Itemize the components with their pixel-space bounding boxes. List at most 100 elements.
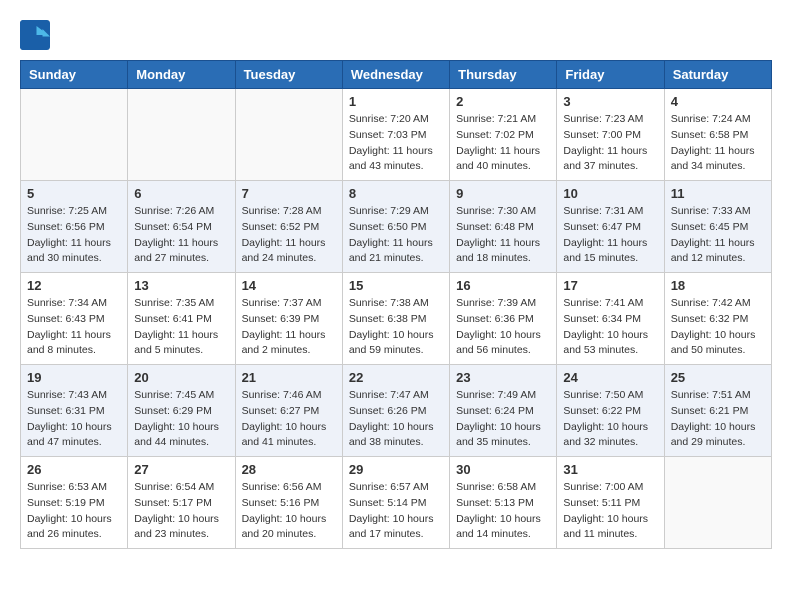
sunrise-text: Sunrise: 7:45 AM [134,388,228,404]
day-number: 15 [349,278,443,293]
sunrise-text: Sunrise: 6:53 AM [27,480,121,496]
day-info: Sunrise: 7:38 AMSunset: 6:38 PMDaylight:… [349,296,443,359]
sunrise-text: Sunrise: 6:54 AM [134,480,228,496]
day-number: 16 [456,278,550,293]
sunset-text: Sunset: 6:31 PM [27,404,121,420]
day-info: Sunrise: 7:46 AMSunset: 6:27 PMDaylight:… [242,388,336,451]
daylight-text: Daylight: 10 hours and 35 minutes. [456,420,550,452]
calendar-cell: 22Sunrise: 7:47 AMSunset: 6:26 PMDayligh… [342,365,449,457]
week-row-4: 19Sunrise: 7:43 AMSunset: 6:31 PMDayligh… [21,365,772,457]
week-row-5: 26Sunrise: 6:53 AMSunset: 5:19 PMDayligh… [21,457,772,549]
calendar-table: SundayMondayTuesdayWednesdayThursdayFrid… [20,60,772,549]
daylight-text: Daylight: 10 hours and 44 minutes. [134,420,228,452]
calendar-cell: 2Sunrise: 7:21 AMSunset: 7:02 PMDaylight… [450,89,557,181]
day-info: Sunrise: 7:45 AMSunset: 6:29 PMDaylight:… [134,388,228,451]
sunset-text: Sunset: 6:32 PM [671,312,765,328]
day-info: Sunrise: 7:23 AMSunset: 7:00 PMDaylight:… [563,112,657,175]
day-info: Sunrise: 7:20 AMSunset: 7:03 PMDaylight:… [349,112,443,175]
day-number: 8 [349,186,443,201]
sunset-text: Sunset: 5:19 PM [27,496,121,512]
sunrise-text: Sunrise: 6:56 AM [242,480,336,496]
sunrise-text: Sunrise: 7:41 AM [563,296,657,312]
week-row-3: 12 Sunrise: 7:34 AMSunset: 6:43 PMDayligh… [21,273,772,365]
sunset-text: Sunset: 6:54 PM [134,220,228,236]
day-number: 21 [242,370,336,385]
day-info: Sunrise: 6:53 AMSunset: 5:19 PMDaylight:… [27,480,121,543]
calendar-cell: 3Sunrise: 7:23 AMSunset: 7:00 PMDaylight… [557,89,664,181]
sunrise-text: Sunrise: 7:38 AM [349,296,443,312]
day-info: Sunrise: 6:58 AMSunset: 5:13 PMDaylight:… [456,480,550,543]
sunrise-text: Sunrise: 7:35 AM [134,296,228,312]
week-row-1: 1Sunrise: 7:20 AMSunset: 7:03 PMDaylight… [21,89,772,181]
daylight-text: Daylight: 11 hours and 18 minutes. [456,236,550,268]
calendar-cell: 5Sunrise: 7:25 AMSunset: 6:56 PMDaylight… [21,181,128,273]
calendar-cell: 31Sunrise: 7:00 AMSunset: 5:11 PMDayligh… [557,457,664,549]
sunrise-text: Sunrise: 7:00 AM [563,480,657,496]
calendar-cell: 16Sunrise: 7:39 AMSunset: 6:36 PMDayligh… [450,273,557,365]
day-number: 12 [27,278,121,293]
weekday-header-saturday: Saturday [664,61,771,89]
sunrise-text: Sunrise: 7:29 AM [349,204,443,220]
daylight-text: Daylight: 10 hours and 50 minutes. [671,328,765,360]
sunset-text: Sunset: 6:29 PM [134,404,228,420]
daylight-text: Daylight: 10 hours and 26 minutes. [27,512,121,544]
sunset-text: Sunset: 6:52 PM [242,220,336,236]
day-number: 7 [242,186,336,201]
daylight-text: Daylight: 10 hours and 53 minutes. [563,328,657,360]
sunset-text: Sunset: 6:21 PM [671,404,765,420]
day-info: Sunrise: 7:51 AMSunset: 6:21 PMDaylight:… [671,388,765,451]
day-number: 9 [456,186,550,201]
sunrise-text: Sunrise: 7:51 AM [671,388,765,404]
sunrise-text: Sunrise: 7:46 AM [242,388,336,404]
calendar-cell [21,89,128,181]
day-info: Sunrise: 7:47 AMSunset: 6:26 PMDaylight:… [349,388,443,451]
sunset-text: Sunset: 7:03 PM [349,128,443,144]
sunrise-text: Sunrise: 7:34 AM [27,296,121,312]
calendar-cell: 30Sunrise: 6:58 AMSunset: 5:13 PMDayligh… [450,457,557,549]
day-number: 27 [134,462,228,477]
calendar-cell: 10Sunrise: 7:31 AMSunset: 6:47 PMDayligh… [557,181,664,273]
weekday-header-monday: Monday [128,61,235,89]
weekday-header-wednesday: Wednesday [342,61,449,89]
day-info: Sunrise: 7:34 AMSunset: 6:43 PMDaylight:… [27,296,121,359]
page-header [20,20,772,50]
day-info: Sunrise: 7:00 AMSunset: 5:11 PMDaylight:… [563,480,657,543]
day-info: Sunrise: 6:57 AMSunset: 5:14 PMDaylight:… [349,480,443,543]
daylight-text: Daylight: 10 hours and 47 minutes. [27,420,121,452]
day-number: 17 [563,278,657,293]
sunrise-text: Sunrise: 7:23 AM [563,112,657,128]
sunrise-text: Sunrise: 6:58 AM [456,480,550,496]
sunset-text: Sunset: 6:56 PM [27,220,121,236]
sunset-text: Sunset: 6:58 PM [671,128,765,144]
sunset-text: Sunset: 6:45 PM [671,220,765,236]
sunset-text: Sunset: 6:27 PM [242,404,336,420]
day-info: Sunrise: 7:50 AMSunset: 6:22 PMDaylight:… [563,388,657,451]
sunset-text: Sunset: 6:39 PM [242,312,336,328]
daylight-text: Daylight: 11 hours and 21 minutes. [349,236,443,268]
calendar-cell: 26 Sunrise: 6:53 AMSunset: 5:19 PMDayligh… [21,457,128,549]
sunset-text: Sunset: 5:13 PM [456,496,550,512]
week-row-2: 5Sunrise: 7:25 AMSunset: 6:56 PMDaylight… [21,181,772,273]
day-number: 10 [563,186,657,201]
day-number: 11 [671,186,765,201]
sunset-text: Sunset: 6:26 PM [349,404,443,420]
day-info: Sunrise: 7:43 AMSunset: 6:31 PMDaylight:… [27,388,121,451]
daylight-text: Daylight: 10 hours and 14 minutes. [456,512,550,544]
sunset-text: Sunset: 5:14 PM [349,496,443,512]
day-info: Sunrise: 6:56 AMSunset: 5:16 PMDaylight:… [242,480,336,543]
calendar-cell: 15 Sunrise: 7:38 AMSunset: 6:38 PMDayligh… [342,273,449,365]
calendar-cell: 1Sunrise: 7:20 AMSunset: 7:03 PMDaylight… [342,89,449,181]
calendar-cell: 9Sunrise: 7:30 AMSunset: 6:48 PMDaylight… [450,181,557,273]
daylight-text: Daylight: 10 hours and 56 minutes. [456,328,550,360]
sunrise-text: Sunrise: 7:33 AM [671,204,765,220]
sunset-text: Sunset: 6:50 PM [349,220,443,236]
sunrise-text: Sunrise: 7:20 AM [349,112,443,128]
weekday-header-tuesday: Tuesday [235,61,342,89]
sunset-text: Sunset: 7:00 PM [563,128,657,144]
day-number: 26 [27,462,121,477]
sunset-text: Sunset: 6:22 PM [563,404,657,420]
calendar-cell: 6Sunrise: 7:26 AMSunset: 6:54 PMDaylight… [128,181,235,273]
daylight-text: Daylight: 11 hours and 24 minutes. [242,236,336,268]
day-number: 4 [671,94,765,109]
calendar-cell: 18Sunrise: 7:42 AMSunset: 6:32 PMDayligh… [664,273,771,365]
